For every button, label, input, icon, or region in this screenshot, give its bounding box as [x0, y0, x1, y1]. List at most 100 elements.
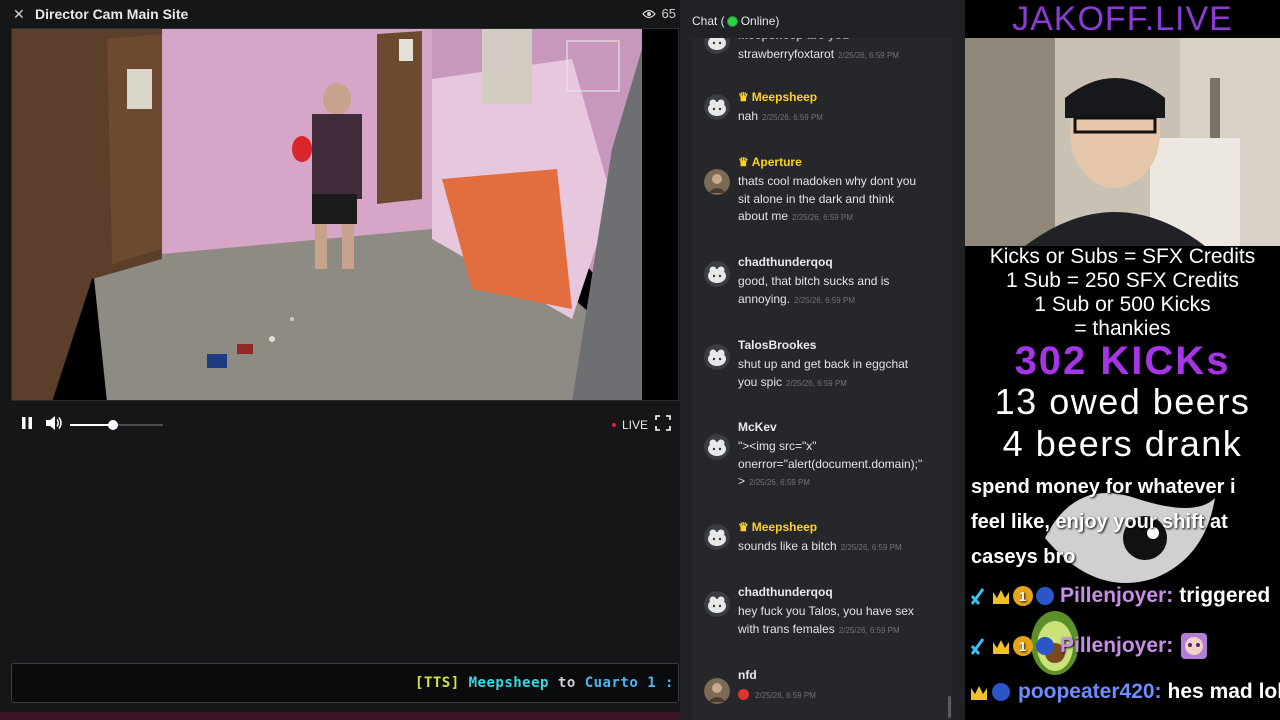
- default-sheep-avatar-icon[interactable]: [704, 38, 730, 54]
- tts-to: to: [557, 675, 576, 691]
- chat-message-line: with trans females 2/25/26, 6:59 PM: [738, 621, 900, 636]
- angry-face-icon: [738, 689, 749, 701]
- chat-status: Online): [740, 14, 780, 28]
- player-header: ✕ Director Cam Main Site 65: [0, 0, 680, 28]
- player-panel: ✕ Director Cam Main Site 65 LIVE [TTS] M…: [0, 0, 680, 720]
- chat-title: Chat (: [692, 14, 725, 28]
- chat-badges: [971, 683, 1010, 701]
- default-sheep-avatar-icon[interactable]: [704, 344, 730, 370]
- default-sheep-avatar-icon[interactable]: [704, 524, 730, 550]
- webcam-image: [965, 38, 1280, 246]
- chat-header: Chat ( Online): [692, 14, 779, 28]
- overlay-chat-message: triggered: [1179, 584, 1271, 607]
- tts-tag: [TTS]: [415, 675, 460, 691]
- chat-username[interactable]: Meepsheep are you: [738, 38, 849, 42]
- chat-timestamp: 2/25/26, 6:59 PM: [749, 478, 810, 487]
- live-label: LIVE: [622, 418, 649, 432]
- chat-username[interactable]: ♛ Meepsheep: [738, 520, 817, 534]
- chat-username[interactable]: nfd: [738, 668, 757, 682]
- default-sheep-avatar-icon[interactable]: [704, 591, 730, 617]
- volume-icon[interactable]: [45, 415, 63, 431]
- chat-message-line: annoying. 2/25/26, 6:59 PM: [738, 291, 855, 306]
- credits-line-4: = thankies: [1074, 317, 1171, 340]
- tts-user: Meepsheep: [468, 675, 549, 691]
- chat-username-text: Aperture: [751, 155, 802, 169]
- live-badge: LIVE: [612, 418, 648, 432]
- kicks-counter: 302 KICKs: [1014, 339, 1231, 383]
- chat-username[interactable]: chadthunderqoq: [738, 255, 833, 269]
- chat-username-text: chadthunderqoq: [738, 585, 833, 599]
- chat-badges: 1: [970, 636, 1054, 656]
- crown-icon: ♛: [738, 520, 749, 534]
- chat-timestamp: 2/25/26, 6:59 PM: [838, 51, 899, 60]
- user-photo-avatar[interactable]: [704, 169, 730, 195]
- chat-message-text: thats cool madoken why dont you sit alone…: [738, 173, 938, 227]
- chat-timestamp: 2/25/26, 6:59 PM: [794, 295, 855, 305]
- bottom-strip: [0, 712, 680, 720]
- chat-username[interactable]: McKev: [738, 420, 777, 434]
- chat-timestamp: 2/25/26, 6:59 PM: [792, 213, 853, 222]
- player-controls: LIVE: [0, 410, 680, 440]
- chat-message-line: "><img src="x": [738, 439, 817, 453]
- chat-message-line: shut up and get back in eggchat: [738, 357, 909, 371]
- close-icon[interactable]: ✕: [13, 7, 29, 21]
- beers-drank-counter: 4 beers drank: [1002, 423, 1243, 464]
- video-player[interactable]: [11, 28, 679, 401]
- volume-slider-knob[interactable]: [107, 420, 118, 430]
- overlay-chat-line: 1 Pillenjoyer:: [969, 631, 1209, 661]
- viewer-count-value: 65: [661, 6, 676, 21]
- chat-timestamp: 2/25/26, 6:59 PM: [786, 378, 847, 388]
- stream-title: JAKOFF.LIVE: [1012, 0, 1233, 38]
- tts-ticker-text: [TTS] Meepsheep to Cuarto 1 :: [415, 675, 674, 691]
- chat-username[interactable]: ♛ Aperture: [738, 155, 802, 169]
- crown-icon: ♛: [738, 90, 749, 104]
- credits-line-2: 1 Sub = 250 SFX Credits: [1006, 269, 1239, 292]
- live-dot-icon: [612, 423, 616, 427]
- pause-icon[interactable]: [20, 415, 34, 431]
- overlay-chat-line: 1 Pillenjoyer: triggered: [969, 584, 1270, 608]
- chat-username-text: nfd: [738, 668, 757, 682]
- chat-username-text: TalosBrookes: [738, 338, 817, 352]
- fullscreen-icon[interactable]: [655, 415, 671, 431]
- chat-message-text: hey fuck you Talos, you have sex with tra…: [738, 603, 938, 639]
- default-sheep-avatar-icon[interactable]: [704, 434, 730, 460]
- credits-line-3: 1 Sub or 500 Kicks: [1034, 293, 1211, 316]
- chat-message-text: "><img src="x" onerror="alert(document.do…: [738, 438, 938, 492]
- chat-message-line: sounds like a bitch 2/25/26, 6:59 PM: [738, 539, 902, 553]
- overlay-chat-message: hes mad lol: [1167, 680, 1280, 703]
- chat-panel: Chat ( Online) Meepsheep are you strawber…: [680, 0, 965, 720]
- chat-username[interactable]: chadthunderqoq: [738, 585, 833, 599]
- chat-message-line: good, that bitch sucks and is: [738, 274, 890, 288]
- default-sheep-avatar-icon[interactable]: [704, 261, 730, 287]
- chat-badges: 1: [970, 586, 1054, 606]
- chat-message-text: nah 2/25/26, 6:59 PM: [738, 108, 938, 127]
- default-sheep-avatar-icon[interactable]: [704, 94, 730, 120]
- overlay-chat-user: Pillenjoyer:: [1060, 584, 1174, 607]
- player-title: Director Cam Main Site: [35, 6, 189, 22]
- chat-username[interactable]: ♛ Meepsheep: [738, 90, 817, 104]
- chat-username-text: McKev: [738, 420, 777, 434]
- owed-beers-counter: 13 owed beers: [994, 381, 1251, 422]
- viewer-count: 65: [641, 6, 676, 21]
- chat-message-list[interactable]: Meepsheep are you strawberryfoxtarot2/25/…: [692, 38, 952, 720]
- chat-message-line: hey fuck you Talos, you have sex: [738, 604, 914, 618]
- overlay-chat-user: Pillenjoyer:: [1060, 634, 1174, 657]
- chat-message-text: 2/25/26, 6:59 PM: [738, 686, 938, 705]
- donation-message: spend money for whatever i feel like, en…: [971, 476, 1236, 568]
- chat-message-line: >2/25/26, 6:59 PM: [738, 474, 810, 488]
- user-photo-avatar[interactable]: [704, 678, 730, 704]
- chat-scrollbar[interactable]: [948, 696, 951, 718]
- svg-text:1: 1: [1019, 589, 1026, 604]
- chat-message-line: thats cool madoken why dont you: [738, 174, 917, 188]
- volume-slider[interactable]: [70, 420, 163, 430]
- chat-username[interactable]: TalosBrookes: [738, 338, 816, 352]
- webcam-feed: [965, 38, 1280, 246]
- cctv-video-frame: [12, 29, 678, 400]
- chat-message-text: sounds like a bitch 2/25/26, 6:59 PM: [738, 538, 938, 557]
- chat-message-line: 2/25/26, 6:59 PM: [738, 686, 938, 705]
- chat-message-line: sit alone in the dark and think: [738, 191, 895, 206]
- stream-overlay: JAKOFF.LIVE Kicks or Subs = SFX Credits …: [965, 0, 1280, 720]
- chat-message-line: onerror="alert(document.domain);": [738, 456, 923, 471]
- tts-ticker: [TTS] Meepsheep to Cuarto 1 :: [11, 663, 679, 703]
- chat-message-line: strawberryfoxtarot 2/25/26, 6:59 PM: [738, 47, 899, 61]
